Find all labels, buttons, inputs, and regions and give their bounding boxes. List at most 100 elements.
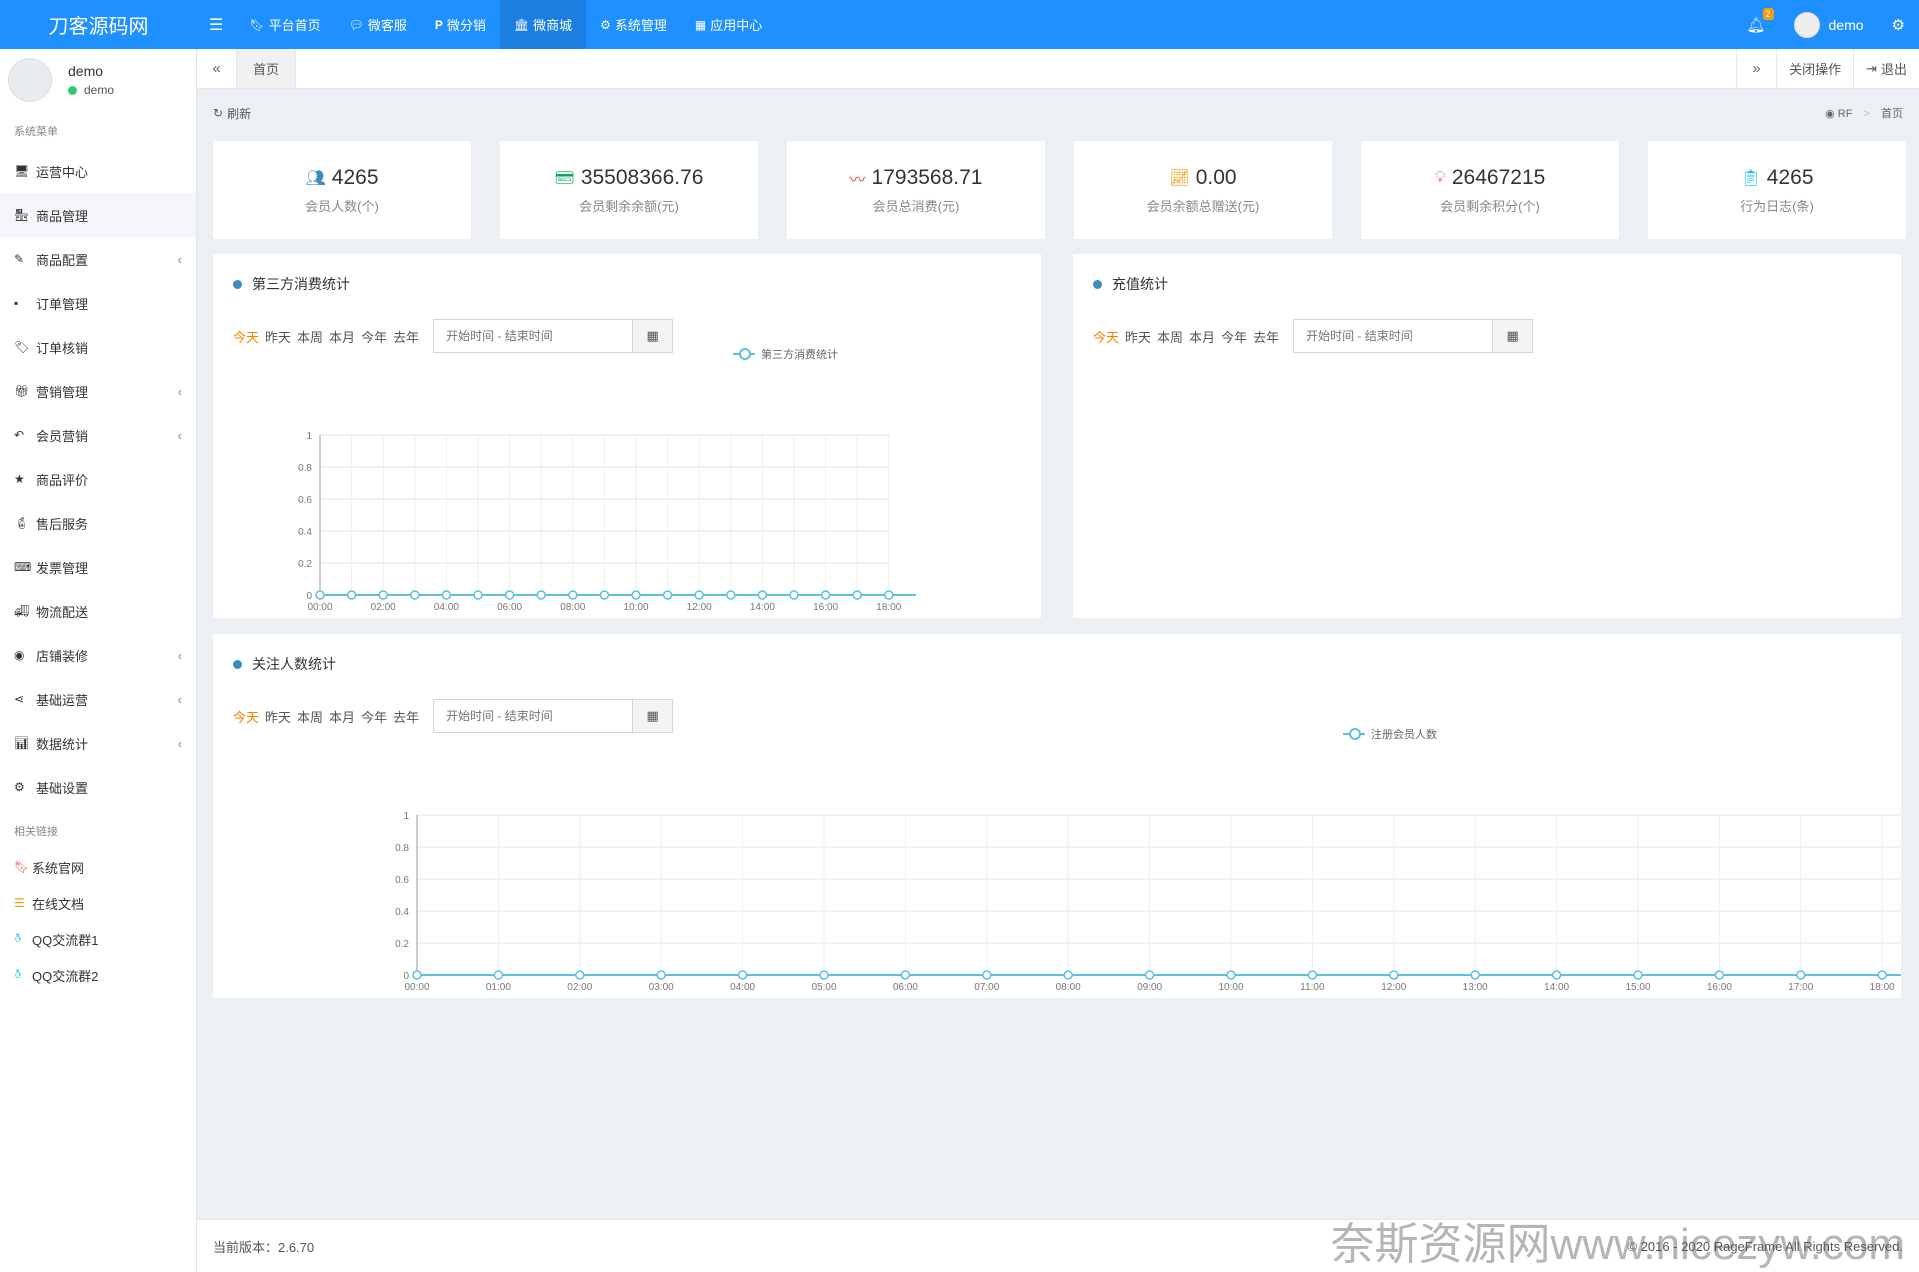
sidebar-item[interactable]: 🚚︎ 物流配送 bbox=[0, 589, 196, 633]
data-point bbox=[694, 590, 704, 600]
logo[interactable]: 刀客源码网 bbox=[0, 0, 197, 49]
date-filter-link[interactable]: 今天 bbox=[1093, 327, 1119, 346]
sidebar-item[interactable]: ⚙ 基础设置 bbox=[0, 765, 196, 809]
y-tick-label: 0.6 bbox=[298, 495, 312, 506]
chevron-left-icon: ‹ bbox=[177, 647, 182, 663]
data-point bbox=[1796, 970, 1806, 980]
sidebar-item-label: 基础设置 bbox=[36, 780, 89, 796]
dot-icon bbox=[1093, 279, 1102, 289]
star-icon: ★ bbox=[14, 472, 25, 486]
data-point bbox=[789, 590, 799, 600]
breadcrumb: ◉ RF > 首页 bbox=[1825, 105, 1903, 121]
settings-button[interactable]: ⚙ bbox=[1878, 0, 1919, 49]
sidebar-item[interactable]: ✎ 商品配置 ‹ bbox=[0, 237, 196, 281]
tabs-right: » 关闭操作 ⇥ 退出 bbox=[1736, 49, 1919, 88]
sidebar-toggle-button[interactable]: ☰ bbox=[197, 0, 235, 49]
stat-number: 4265 bbox=[1766, 165, 1814, 189]
x-tick-label: 11:00 bbox=[1300, 982, 1325, 993]
data-point bbox=[1063, 970, 1073, 980]
sidebar-item-label: 商品配置 bbox=[36, 252, 89, 268]
sidebar-item[interactable]: 🖥︎ 运营中心 bbox=[0, 149, 196, 193]
x-tick-label: 18:00 bbox=[876, 602, 901, 613]
date-filter-link[interactable]: 本月 bbox=[1189, 327, 1215, 346]
bars-icon: ☰ bbox=[209, 16, 224, 34]
sidebar-item[interactable]: ▪ 订单管理 bbox=[0, 281, 196, 325]
nav-item-system[interactable]: ⚙ 系统管理 bbox=[586, 0, 681, 49]
sidebar-menu: 🖥︎ 运营中心 🏪︎ 商品管理 ✎ 商品配置 ‹ ▪ 订单管理 🏷︎ 订单核销 🎁︎ 营销管理 ‹ ↶ 会员营… bbox=[0, 149, 196, 809]
date-range-input[interactable] bbox=[1294, 320, 1493, 352]
sign-out-icon: ⇥ bbox=[1866, 60, 1877, 76]
sidebar-item-label: 运营中心 bbox=[36, 164, 89, 180]
nav-item-wechat-service[interactable]: 💬︎ 微客服 bbox=[335, 0, 421, 49]
data-point bbox=[737, 970, 748, 980]
qq-icon: 🐧︎ bbox=[14, 931, 22, 945]
data-point bbox=[757, 590, 768, 600]
data-point bbox=[656, 970, 666, 980]
data-point bbox=[1144, 970, 1155, 980]
y-tick-label: 0.2 bbox=[298, 559, 312, 570]
shop-icon: 🏪︎ bbox=[14, 208, 30, 222]
tab-home[interactable]: 首页 bbox=[237, 49, 297, 88]
y-tick-label: 0.8 bbox=[298, 463, 312, 474]
refresh-label: 刷新 bbox=[227, 106, 252, 121]
y-tick-label: 0.6 bbox=[395, 875, 409, 886]
comments-icon: 💬︎ bbox=[348, 17, 364, 32]
nav-item-app-center[interactable]: ▦ 应用中心 bbox=[681, 0, 776, 49]
chevron-left-icon: ‹ bbox=[177, 735, 182, 751]
sidebar-item[interactable]: 🏪︎ 商品管理 bbox=[0, 193, 196, 237]
data-point bbox=[662, 590, 673, 600]
breadcrumb-root[interactable]: RF bbox=[1838, 108, 1853, 120]
logout-label: 退出 bbox=[1880, 62, 1907, 77]
refresh-button[interactable]: ↻ 刷新 bbox=[213, 105, 251, 122]
date-filter-link[interactable]: 今年 bbox=[1221, 327, 1247, 346]
close-operations-button[interactable]: 关闭操作 bbox=[1776, 49, 1853, 88]
credit-card-icon: 💳︎ bbox=[554, 169, 575, 187]
sidebar-item[interactable]: ⋖ 基础运营 ‹ bbox=[0, 677, 196, 721]
sidebar-item[interactable]: 🧯︎ 售后服务 bbox=[0, 501, 196, 545]
user-menu[interactable]: demo bbox=[1780, 0, 1878, 49]
stat-card: 〰 1793568.71 会员总消费(元) bbox=[787, 141, 1045, 239]
date-filter-link[interactable]: 昨天 bbox=[1125, 327, 1151, 346]
sidebar-item[interactable]: ◉ 店铺装修 ‹ bbox=[0, 633, 196, 677]
stat-label: 会员剩余余额(元) bbox=[579, 198, 679, 214]
tab-scroll-left-button[interactable]: « bbox=[197, 49, 237, 88]
nav-item-platform-home[interactable]: 🔖︎ 平台首页 bbox=[235, 0, 334, 49]
panel-follow-stats: 关注人数统计 今天昨天本周本月今年去年▦ 注册会员人数 00.20.40.60.… bbox=[213, 634, 1901, 998]
nav-label: 系统管理 bbox=[614, 18, 667, 33]
data-point bbox=[982, 970, 992, 980]
sidebar-item[interactable]: ★ 商品评价 bbox=[0, 457, 196, 501]
sidebar-item[interactable]: 🎁︎ 营销管理 ‹ bbox=[0, 369, 196, 413]
stat-card: 📋︎ 4265 行为日志(条) bbox=[1648, 141, 1906, 239]
tab-scroll-right-button[interactable]: » bbox=[1736, 49, 1776, 88]
calendar-button[interactable]: ▦ bbox=[1492, 320, 1533, 352]
sidebar-link[interactable]: 🔖︎ 系统官网 bbox=[0, 849, 196, 885]
panel-consume-stats: 第三方消费统计 今天昨天本周本月今年去年▦ 第三方消费统计 00.20.40.6… bbox=[213, 254, 1041, 618]
sidebar-link[interactable]: 🐧︎ QQ交流群1 bbox=[0, 921, 196, 957]
consume-line-chart: 0 0.2 0.4 0.6 0.8 1 00:00 02:00 04:00 06:00 08:00 1… bbox=[298, 431, 916, 613]
sidebar-item[interactable]: 🏷︎ 订单核销 bbox=[0, 325, 196, 369]
panel-title: 充值统计 bbox=[1093, 274, 1168, 294]
date-filter-link[interactable]: 去年 bbox=[1253, 327, 1279, 346]
avatar bbox=[8, 58, 52, 102]
sidebar-link-label: 系统官网 bbox=[32, 860, 85, 876]
date-filter-link[interactable]: 本周 bbox=[1157, 327, 1183, 346]
sidebar-link[interactable]: 🐧︎ QQ交流群2 bbox=[0, 957, 196, 993]
sidebar-link-label: 在线文档 bbox=[32, 896, 85, 912]
sidebar-item[interactable]: 📊︎ 数据统计 ‹ bbox=[0, 721, 196, 765]
y-tick-label: 1 bbox=[403, 811, 409, 822]
logout-button[interactable]: ⇥ 退出 bbox=[1853, 49, 1919, 88]
nav-item-distribution[interactable]: P 微分销 bbox=[421, 0, 500, 49]
user-name: demo bbox=[1828, 16, 1864, 33]
sidebar-item[interactable]: ⌨ 发票管理 bbox=[0, 545, 196, 589]
stat-number: 26467215 bbox=[1451, 165, 1546, 189]
sidebar-link[interactable]: ☰ 在线文档 bbox=[0, 885, 196, 921]
y-tick-label: 0 bbox=[403, 971, 409, 982]
nav-item-mall[interactable]: 🏛︎ 微商城 bbox=[499, 0, 587, 49]
cog-icon: ⚙ bbox=[14, 780, 25, 794]
dashboard-icon: ◉ bbox=[1825, 108, 1835, 120]
sidebar-item[interactable]: ↶ 会员营销 ‹ bbox=[0, 413, 196, 457]
sidebar-item-label: 营销管理 bbox=[36, 384, 89, 400]
notification-button[interactable]: 🔔︎ 2 bbox=[1732, 0, 1779, 49]
x-tick-label: 17:00 bbox=[1788, 982, 1813, 993]
chevron-left-icon: ‹ bbox=[177, 691, 182, 707]
